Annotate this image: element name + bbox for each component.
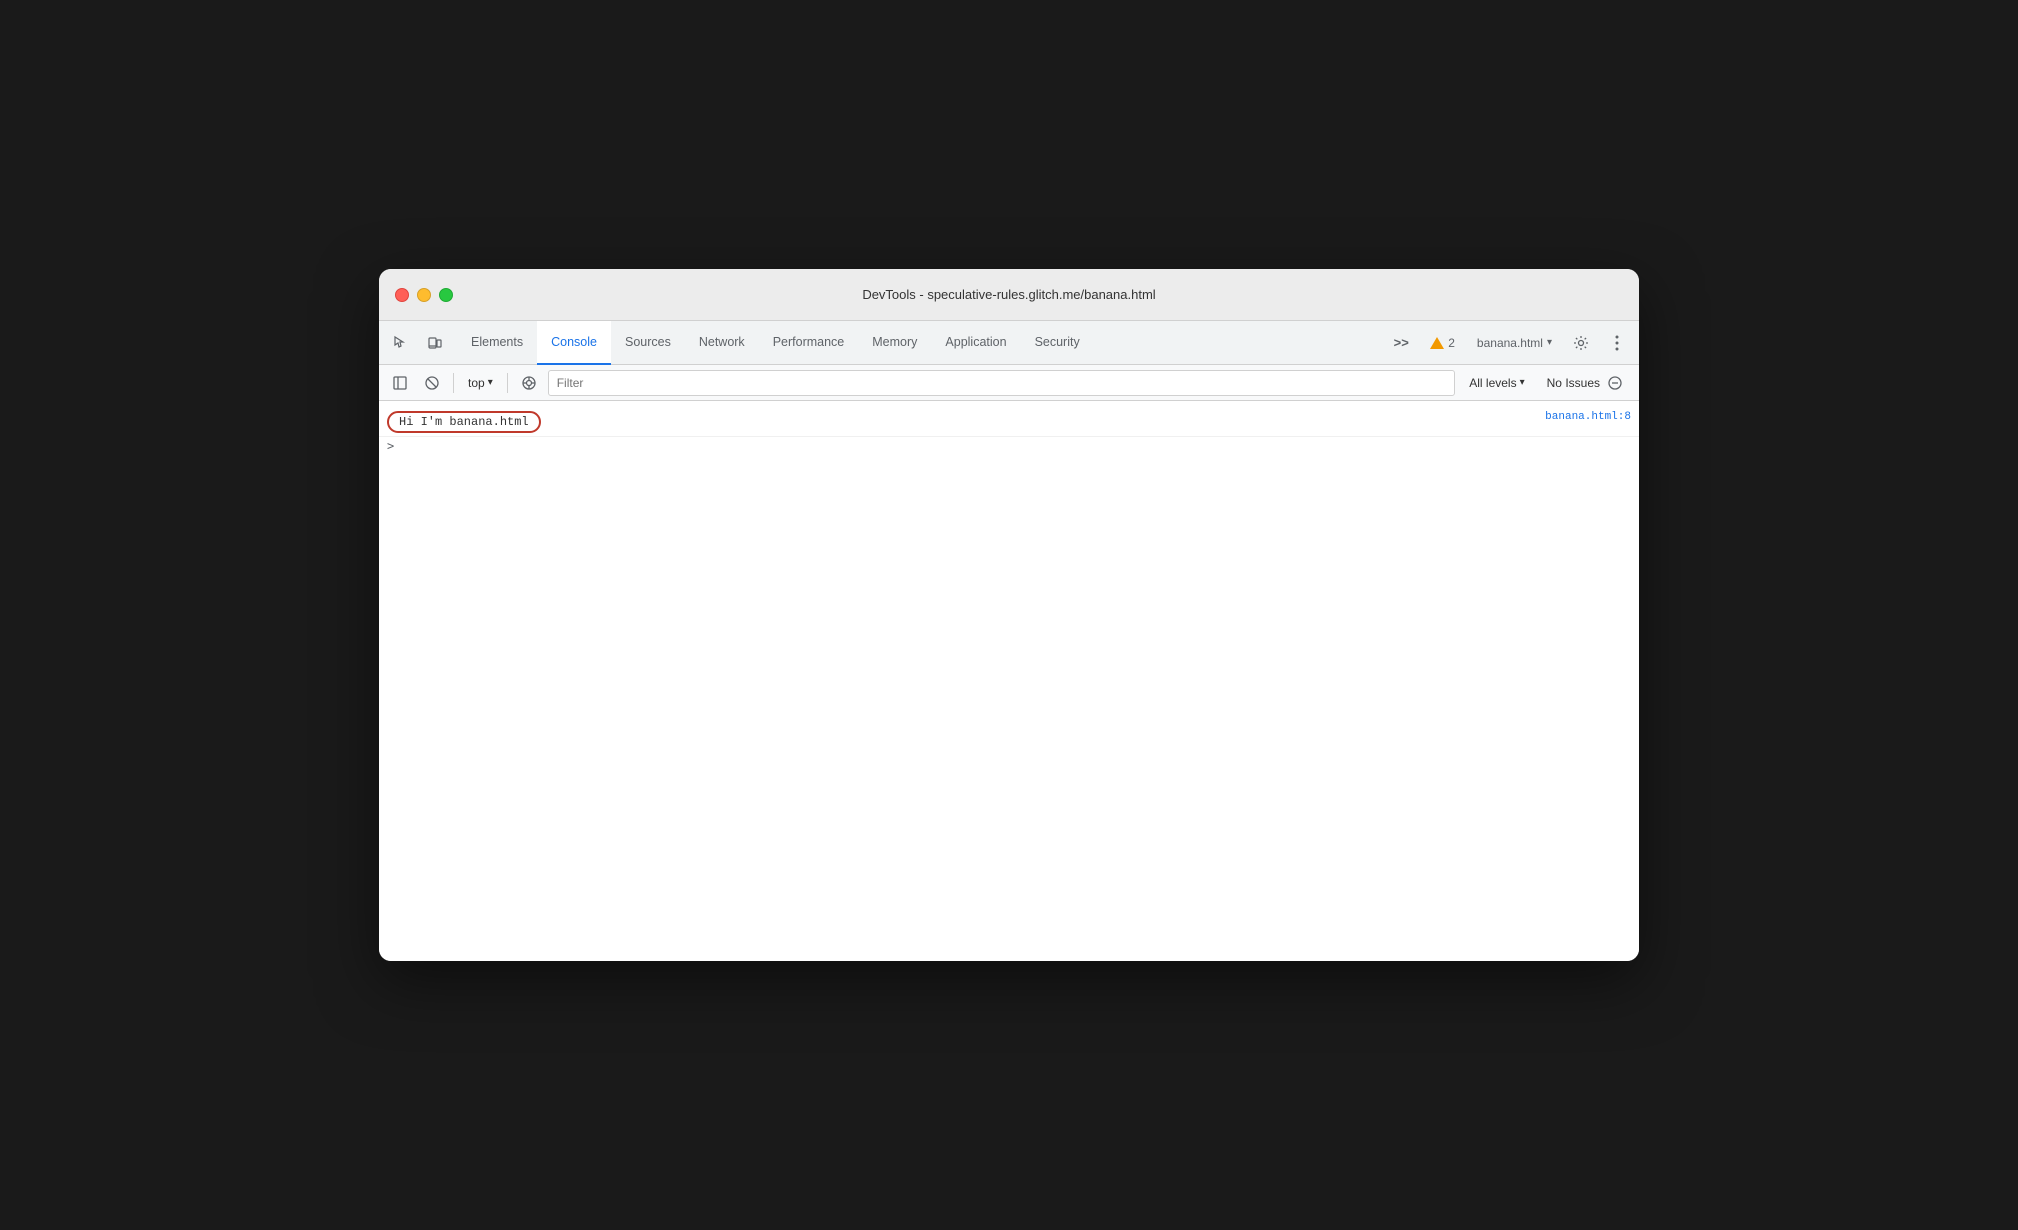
window-title: DevTools - speculative-rules.glitch.me/b… (862, 287, 1155, 302)
log-source-link[interactable]: banana.html:8 (1545, 411, 1631, 423)
tabs-right: >> 2 banana.html ▾ (1387, 329, 1631, 357)
tabs-bar: Elements Console Sources Network Perform… (379, 321, 1639, 365)
device-toolbar-button[interactable] (421, 329, 449, 357)
maximize-button[interactable] (439, 288, 453, 302)
devtools-window: DevTools - speculative-rules.glitch.me/b… (379, 269, 1639, 961)
traffic-lights (395, 288, 453, 302)
tab-performance[interactable]: Performance (759, 321, 859, 365)
context-label: top (468, 376, 485, 390)
tab-console[interactable]: Console (537, 321, 611, 365)
divider (453, 373, 454, 393)
live-expressions-button[interactable] (516, 370, 542, 396)
console-toolbar: top ▾ All levels ▾ No Issues (379, 365, 1639, 401)
tabs-list: Elements Console Sources Network Perform… (457, 321, 1387, 365)
toolbar-icons (387, 329, 449, 357)
warning-icon (1430, 337, 1444, 349)
tab-security[interactable]: Security (1021, 321, 1094, 365)
tab-network[interactable]: Network (685, 321, 759, 365)
title-bar: DevTools - speculative-rules.glitch.me/b… (379, 269, 1639, 321)
log-message: Hi I'm banana.html (387, 411, 1545, 433)
tab-elements[interactable]: Elements (457, 321, 537, 365)
divider-2 (507, 373, 508, 393)
more-tabs-button[interactable]: >> (1387, 329, 1415, 357)
context-selector[interactable]: top ▾ (462, 373, 499, 393)
log-text: Hi I'm banana.html (387, 411, 541, 433)
warning-count: 2 (1448, 336, 1455, 350)
sidebar-toggle-button[interactable] (387, 370, 413, 396)
expand-arrow[interactable]: > (387, 439, 394, 453)
clear-console-button[interactable] (419, 370, 445, 396)
issues-badge[interactable]: 2 (1423, 333, 1462, 353)
log-levels-selector[interactable]: All levels ▾ (1461, 373, 1532, 393)
levels-label: All levels (1469, 376, 1516, 390)
inspect-element-button[interactable] (387, 329, 415, 357)
console-expand-row: > (379, 437, 1639, 455)
tab-application[interactable]: Application (931, 321, 1020, 365)
tab-sources[interactable]: Sources (611, 321, 685, 365)
kebab-menu-button[interactable] (1603, 329, 1631, 357)
chevron-down-icon: ▾ (1547, 337, 1552, 348)
console-log-row: Hi I'm banana.html banana.html:8 (379, 409, 1639, 437)
minimize-button[interactable] (417, 288, 431, 302)
context-chevron-icon: ▾ (488, 377, 493, 388)
settings-button[interactable] (1567, 329, 1595, 357)
close-button[interactable] (395, 288, 409, 302)
levels-chevron-icon: ▾ (1520, 377, 1525, 388)
file-label: banana.html (1477, 336, 1543, 350)
tab-memory[interactable]: Memory (858, 321, 931, 365)
no-issues-label: No Issues (1547, 376, 1600, 390)
console-content: Hi I'm banana.html banana.html:8 > (379, 401, 1639, 961)
no-issues-button[interactable]: No Issues (1539, 372, 1631, 394)
filter-input[interactable] (548, 370, 1456, 396)
file-selector-button[interactable]: banana.html ▾ (1470, 333, 1559, 353)
